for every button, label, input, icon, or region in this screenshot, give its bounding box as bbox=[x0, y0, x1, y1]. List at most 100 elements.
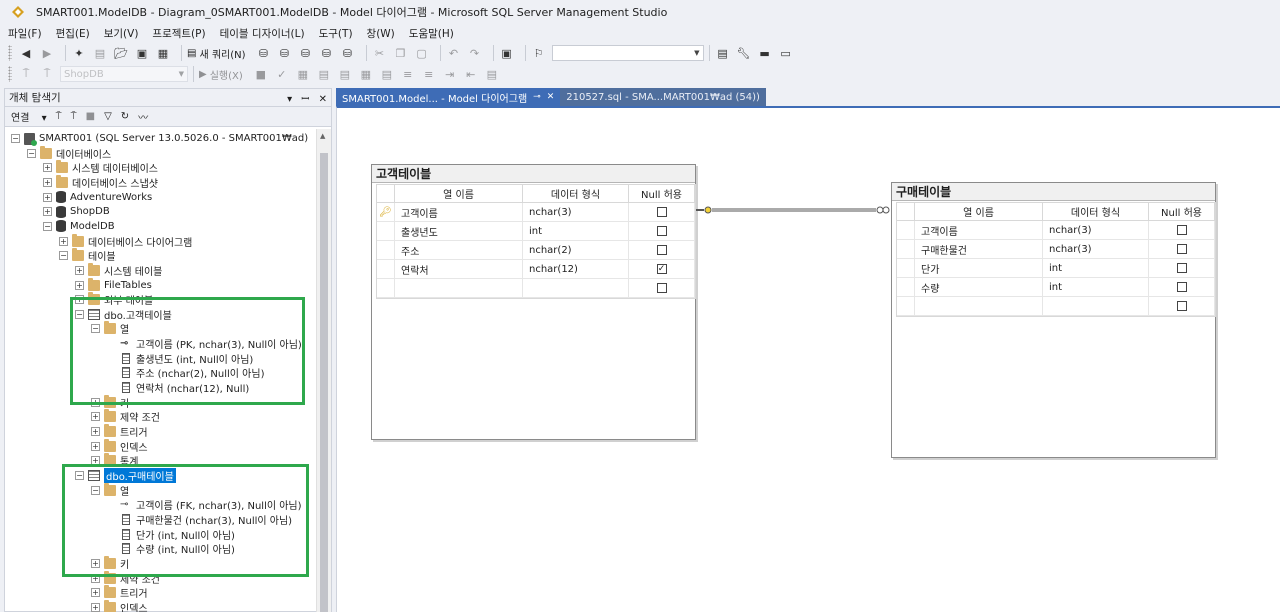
column-name-cell[interactable]: 고객이름 bbox=[915, 221, 1043, 239]
tree-node[interactable]: + 데이터베이스 스냅샷 bbox=[43, 174, 158, 190]
collapse-icon[interactable]: − bbox=[75, 309, 84, 319]
column-row[interactable]: 구매한물건 nchar(3) bbox=[897, 240, 1215, 259]
table-box-title[interactable]: 고객테이블 bbox=[372, 165, 695, 183]
execute-button[interactable]: ▶ 실행(X) bbox=[199, 67, 243, 82]
uncomment-icon[interactable]: ≡ bbox=[421, 66, 437, 82]
tree-node[interactable]: + 인덱스 bbox=[91, 438, 148, 454]
collapse-icon[interactable]: − bbox=[91, 485, 100, 495]
expand-icon[interactable]: + bbox=[75, 280, 84, 290]
row-selector[interactable] bbox=[377, 241, 395, 259]
diagram-canvas[interactable]: 고객테이블 열 이름 데이터 형식 Null 허용 🔑︎ 고객이름 nchar(3)… bbox=[336, 106, 1280, 612]
menu-table-designer[interactable]: 테이블 디자이너(L) bbox=[220, 26, 305, 41]
tree-node[interactable]: 연락처 (nchar(12), Null) bbox=[107, 380, 249, 395]
tab-sql-query[interactable]: 210527.sql - SMA...MART001₩ad (54)) bbox=[560, 88, 766, 106]
column-name-cell[interactable]: 구매한물건 bbox=[915, 240, 1043, 258]
column-row[interactable]: 단가 int bbox=[897, 259, 1215, 278]
tree-node[interactable]: − dbo.고객테이블 bbox=[75, 307, 172, 322]
column-row[interactable] bbox=[897, 297, 1215, 316]
expand-icon[interactable]: + bbox=[43, 207, 52, 217]
column-row[interactable]: 🔑︎ 고객이름 nchar(3) bbox=[377, 203, 695, 222]
open-file-icon[interactable]: 📂︎ bbox=[113, 45, 129, 61]
tree-node[interactable]: − 열 bbox=[91, 321, 129, 336]
tree-node[interactable]: + 제약 조건 bbox=[91, 570, 160, 586]
tree-node[interactable]: − ModelDB bbox=[43, 219, 115, 234]
column-name-cell[interactable] bbox=[395, 279, 523, 297]
tree-node[interactable]: + FileTables bbox=[75, 277, 152, 293]
expand-icon[interactable]: + bbox=[43, 192, 52, 202]
database-engine-query-icon[interactable]: ⛁ bbox=[256, 45, 272, 61]
data-type-cell[interactable]: nchar(3) bbox=[523, 203, 629, 221]
expand-icon[interactable]: + bbox=[91, 412, 100, 422]
row-selector[interactable] bbox=[897, 221, 915, 239]
column-row[interactable]: 출생년도 int bbox=[377, 222, 695, 241]
analysis-mdx-query-icon[interactable]: ⛁ bbox=[277, 45, 293, 61]
results-text-icon[interactable]: ▤ bbox=[337, 66, 353, 82]
results-file-icon[interactable]: ▤ bbox=[379, 66, 395, 82]
column-name-cell[interactable]: 고객이름 bbox=[395, 203, 523, 221]
row-selector[interactable] bbox=[897, 297, 915, 315]
connect-icon[interactable]: ⍑ bbox=[18, 66, 34, 82]
refresh-icon[interactable]: ↻ bbox=[121, 111, 129, 122]
expand-icon[interactable]: + bbox=[75, 295, 84, 305]
column-row[interactable]: 연락처 nchar(12) ✓ bbox=[377, 260, 695, 279]
table-box-title[interactable]: 구매테이블 bbox=[892, 183, 1215, 201]
collapse-icon[interactable]: − bbox=[91, 324, 100, 334]
allow-nulls-checkbox[interactable] bbox=[1176, 225, 1187, 235]
expand-icon[interactable]: + bbox=[75, 265, 84, 275]
table-box-customer[interactable]: 고객테이블 열 이름 데이터 형식 Null 허용 🔑︎ 고객이름 nchar(3)… bbox=[371, 164, 696, 440]
database-select[interactable]: ShopDB ▼ bbox=[60, 66, 188, 82]
disconnect-icon[interactable]: ⍑ bbox=[39, 66, 55, 82]
close-icon[interactable]: ✕ bbox=[319, 94, 327, 105]
column-row[interactable]: 수량 int bbox=[897, 278, 1215, 297]
collapse-icon[interactable]: − bbox=[59, 251, 68, 261]
column-name-cell[interactable]: 출생년도 bbox=[395, 222, 523, 240]
tree-node[interactable]: + 제약 조건 bbox=[91, 409, 160, 424]
expand-icon[interactable]: + bbox=[91, 441, 100, 451]
data-type-cell[interactable]: nchar(3) bbox=[1043, 240, 1149, 258]
expand-icon[interactable]: + bbox=[91, 456, 100, 466]
row-selector[interactable]: 🔑︎ bbox=[377, 203, 395, 221]
data-type-cell[interactable]: int bbox=[1043, 278, 1149, 296]
expand-icon[interactable]: + bbox=[43, 177, 52, 187]
allow-nulls-checkbox[interactable]: ✓ bbox=[656, 264, 667, 274]
find-combo[interactable]: ▼ bbox=[551, 45, 704, 61]
tab-diagram[interactable]: SMART001.Model... - Model 다이어그램 ⊸ ✕ bbox=[336, 88, 561, 106]
menu-project[interactable]: 프로젝트(P) bbox=[152, 26, 205, 41]
copy-icon[interactable]: ❐ bbox=[393, 45, 409, 61]
tree-scrollbar[interactable]: ▲ bbox=[316, 129, 331, 612]
menu-view[interactable]: 보기(V) bbox=[104, 26, 139, 41]
new-project-icon[interactable]: ✦ bbox=[71, 45, 87, 61]
allow-nulls-checkbox[interactable] bbox=[1176, 263, 1187, 273]
allow-nulls-checkbox[interactable] bbox=[1176, 244, 1187, 254]
tree-node[interactable]: + 트리거 bbox=[91, 585, 148, 600]
tree-node[interactable]: − 데이터베이스 bbox=[27, 145, 111, 161]
column-name-cell[interactable]: 단가 bbox=[915, 259, 1043, 277]
tree-node[interactable]: 주소 (nchar(2), Null이 아님) bbox=[107, 365, 264, 380]
tree-node[interactable]: ⊸ 고객이름 (FK, nchar(3), Null이 아님) bbox=[107, 497, 302, 512]
results-grid-icon[interactable]: ▦ bbox=[358, 66, 374, 82]
toolbox-icon[interactable]: ▬ bbox=[757, 45, 773, 61]
filter-icon[interactable]: ▽ bbox=[104, 111, 112, 122]
window-layout-icon[interactable]: ▭ bbox=[778, 45, 794, 61]
new-file-icon[interactable]: ▤ bbox=[92, 45, 108, 61]
tree-node[interactable]: 단가 (int, Null이 아님) bbox=[107, 527, 235, 542]
wrench-icon[interactable]: 🔧︎ bbox=[736, 45, 752, 61]
expand-icon[interactable]: + bbox=[91, 588, 100, 598]
scroll-up-icon[interactable]: ▲ bbox=[320, 132, 325, 140]
row-selector[interactable] bbox=[377, 260, 395, 278]
tree-node[interactable]: + 데이터베이스 다이어그램 bbox=[59, 233, 192, 249]
cut-icon[interactable]: ✂ bbox=[372, 45, 388, 61]
new-query-button[interactable]: ▤ 새 쿼리(N) bbox=[187, 46, 246, 61]
undo-icon[interactable]: ↶ bbox=[446, 45, 462, 61]
column-row[interactable] bbox=[377, 279, 695, 298]
close-tab-icon[interactable]: ✕ bbox=[547, 92, 555, 102]
analysis-xmla-query-icon[interactable]: ⛁ bbox=[319, 45, 335, 61]
pin-tab-icon[interactable]: ⊸ bbox=[533, 92, 541, 102]
scrollbar-thumb[interactable] bbox=[320, 153, 328, 612]
pin-icon[interactable]: ꟷ bbox=[301, 94, 309, 105]
relationship-line[interactable] bbox=[696, 202, 892, 218]
collapse-icon[interactable]: − bbox=[75, 470, 84, 480]
column-name-cell[interactable]: 수량 bbox=[915, 278, 1043, 296]
column-name-cell[interactable] bbox=[915, 297, 1043, 315]
solution-explorer-icon[interactable]: ▣ bbox=[499, 45, 515, 61]
